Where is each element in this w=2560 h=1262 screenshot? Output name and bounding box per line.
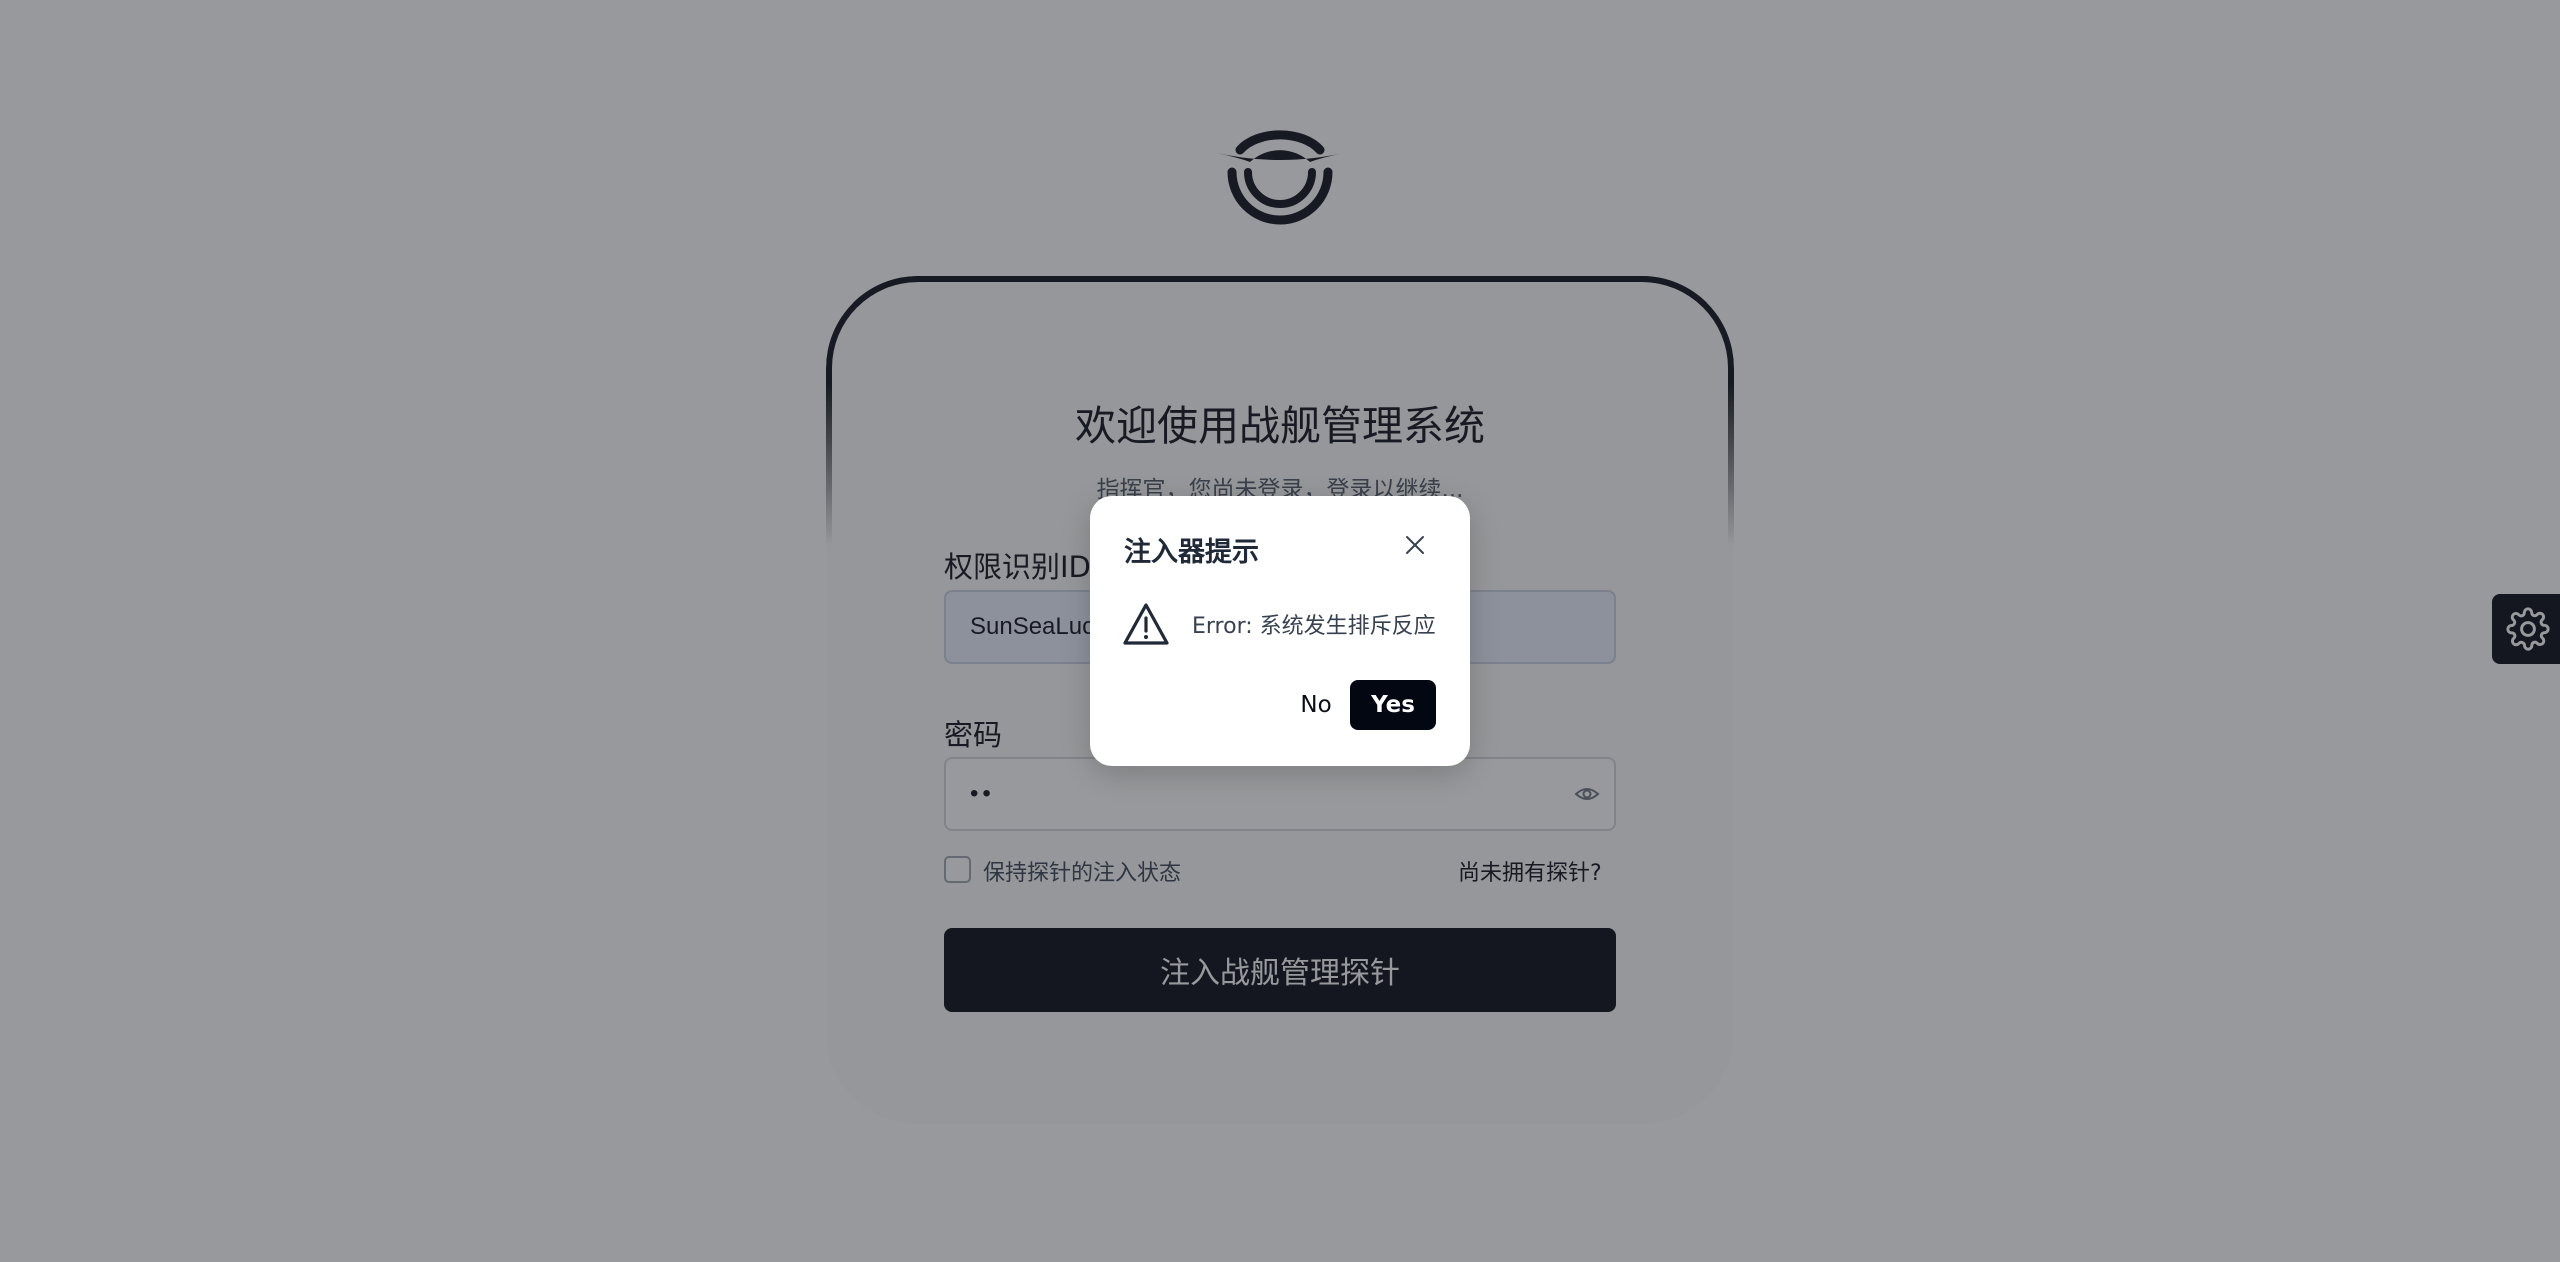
- dialog-title: 注入器提示: [1124, 537, 1259, 568]
- warning-triangle-icon: [1123, 603, 1169, 645]
- dialog-close-button[interactable]: [1396, 526, 1434, 564]
- alert-dialog: 注入器提示 Error: 系统发生排斥反应 No Yes: [1090, 496, 1470, 766]
- close-icon: [1406, 536, 1424, 554]
- dialog-message: Error: 系统发生排斥反应: [1192, 614, 1436, 639]
- dialog-yes-button[interactable]: Yes: [1350, 680, 1436, 730]
- dialog-no-button[interactable]: No: [1278, 680, 1354, 730]
